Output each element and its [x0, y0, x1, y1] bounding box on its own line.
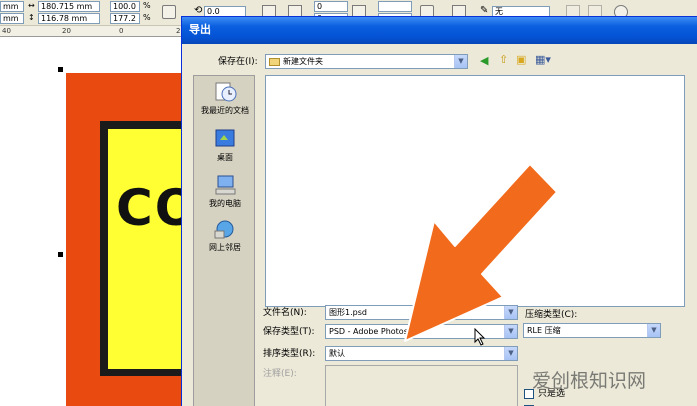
watermark-text: 爱创根知识网 [532, 370, 647, 392]
annotation-arrow-icon [404, 163, 558, 342]
watermark: 爱创根知识网 [532, 370, 646, 392]
mouse-cursor-icon [474, 328, 486, 346]
